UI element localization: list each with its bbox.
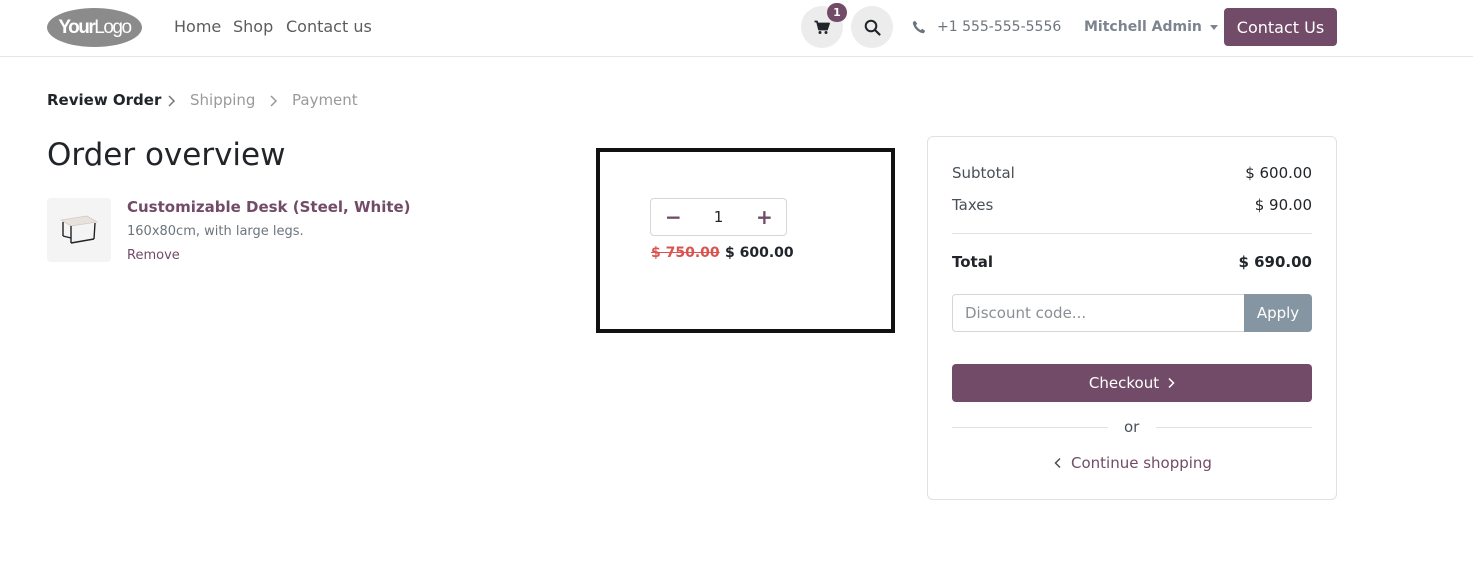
original-price: $ 750.00 xyxy=(651,245,720,261)
product-name[interactable]: Customizable Desk (Steel, White) xyxy=(127,198,411,216)
checkout-label: Checkout xyxy=(1088,374,1160,392)
or-separator: or xyxy=(1124,418,1140,436)
product-thumbnail[interactable] xyxy=(47,198,111,262)
taxes-value: $ 90.00 xyxy=(1254,196,1312,214)
logo-text: Logo xyxy=(94,16,132,38)
nav-shop[interactable]: Shop xyxy=(233,17,273,36)
plus-icon[interactable]: + xyxy=(756,207,773,227)
or-divider-left xyxy=(952,427,1108,428)
step-payment: Payment xyxy=(292,91,358,109)
page-title: Order overview xyxy=(47,137,286,173)
total-label: Total xyxy=(952,253,993,271)
remove-link[interactable]: Remove xyxy=(127,248,180,263)
discount-code-input[interactable] xyxy=(952,294,1245,332)
continue-shopping-label: Continue shopping xyxy=(1071,454,1212,472)
search-icon xyxy=(864,19,881,36)
phone-icon xyxy=(912,20,926,34)
minus-icon[interactable]: − xyxy=(665,207,682,227)
search-button[interactable] xyxy=(851,6,893,48)
chevron-right-icon xyxy=(1168,377,1175,389)
quantity-stepper: − 1 + xyxy=(650,198,787,236)
contact-us-button[interactable]: Contact Us xyxy=(1224,8,1337,46)
subtotal-label: Subtotal xyxy=(952,164,1015,182)
phone-number[interactable]: +1 555-555-5556 xyxy=(937,19,1061,35)
product-description: 160x80cm, with large legs. xyxy=(127,224,304,239)
logo-text-bold: Your xyxy=(58,16,95,38)
subtotal-value: $ 600.00 xyxy=(1245,164,1312,182)
or-divider-right xyxy=(1156,427,1312,428)
site-header: YourLogo Home Shop Contact us 1 +1 555-5… xyxy=(0,0,1473,57)
chevron-left-icon xyxy=(1054,457,1061,469)
highlight-frame xyxy=(596,148,895,333)
continue-shopping-link[interactable]: Continue shopping xyxy=(1054,454,1212,472)
summary-divider xyxy=(952,233,1312,234)
total-value: $ 690.00 xyxy=(1238,253,1312,271)
apply-button[interactable]: Apply xyxy=(1244,294,1312,332)
quantity-input[interactable]: 1 xyxy=(714,208,724,226)
taxes-label: Taxes xyxy=(952,196,994,214)
desk-image xyxy=(60,215,98,244)
caret-down-icon xyxy=(1209,24,1218,30)
cart-count-badge: 1 xyxy=(827,3,847,22)
cart-icon xyxy=(814,20,830,34)
chevron-right-icon xyxy=(270,95,278,107)
chevron-right-icon xyxy=(168,95,176,107)
step-review-order: Review Order xyxy=(47,91,162,109)
checkout-button[interactable]: Checkout xyxy=(952,364,1312,402)
user-name: Mitchell Admin xyxy=(1084,19,1202,35)
discounted-price: $ 600.00 xyxy=(725,245,794,261)
nav-home[interactable]: Home xyxy=(174,17,221,36)
step-shipping: Shipping xyxy=(190,91,256,109)
nav-contact-us[interactable]: Contact us xyxy=(286,17,372,36)
site-logo[interactable]: YourLogo xyxy=(47,8,142,47)
user-menu[interactable]: Mitchell Admin xyxy=(1084,19,1218,35)
